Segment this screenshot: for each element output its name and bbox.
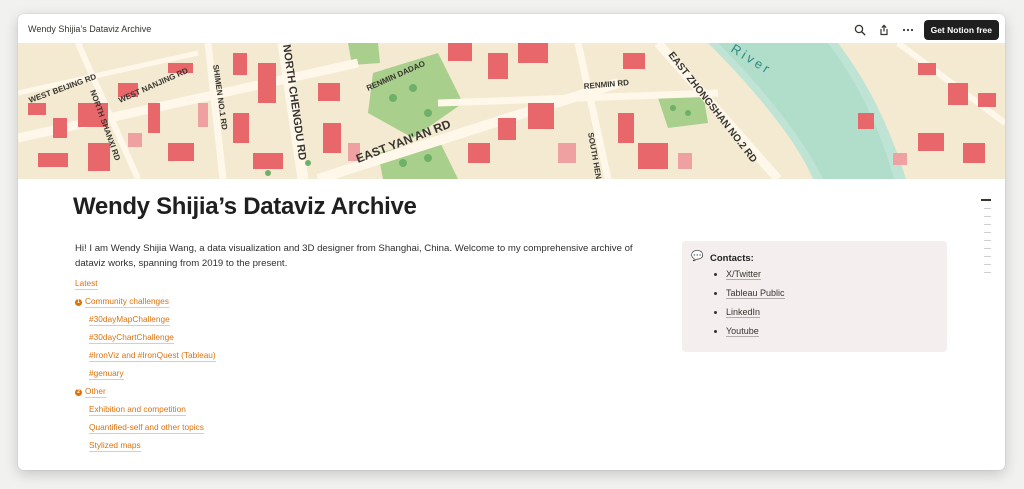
page-content: Wendy Shijia’s Dataviz Archive Hi! I am … (18, 179, 1005, 470)
list-item: Tableau Public (726, 288, 785, 299)
table-of-contents-minimap[interactable] (981, 199, 991, 280)
speech-bubble-icon: 💬 (691, 251, 704, 262)
intro-paragraph: Hi! I am Wendy Shijia Wang, a data visua… (75, 243, 633, 269)
link-quantified-self[interactable]: Quantified-self and other topics (89, 422, 204, 434)
link-exhibition-and-competition[interactable]: Exhibition and competition (89, 404, 186, 416)
link-other[interactable]: Other (85, 386, 106, 398)
contact-link-tableau-public[interactable]: Tableau Public (726, 288, 785, 299)
contact-link-youtube[interactable]: Youtube (726, 326, 759, 337)
search-icon[interactable] (852, 22, 868, 38)
link-stylized-maps[interactable]: Stylized maps (89, 440, 141, 452)
list-item: LinkedIn (726, 307, 785, 318)
cover-image: WEST BEIJING RD NORTH SHANXI RD WEST NAN… (18, 43, 1005, 179)
link-latest[interactable]: Latest (75, 278, 98, 290)
link-30daychartchallenge[interactable]: #30dayChartChallenge (89, 332, 174, 344)
top-bar: Wendy Shijia’s Dataviz Archive Get Notio… (18, 14, 1005, 43)
toggle-badge-icon: 2 (75, 388, 82, 396)
more-icon[interactable] (900, 22, 916, 38)
list-item: X/Twitter (726, 269, 785, 280)
list-item: Youtube (726, 326, 785, 337)
callout-title: Contacts: (710, 253, 754, 264)
get-notion-free-button[interactable]: Get Notion free (923, 20, 999, 40)
page-title: Wendy Shijia’s Dataviz Archive (73, 193, 417, 220)
contact-link-x-twitter[interactable]: X/Twitter (726, 269, 762, 280)
link-30daymapchallenge[interactable]: #30dayMapChallenge (89, 314, 170, 326)
contacts-callout: 💬 Contacts: X/Twitter Tableau Public Lin… (682, 241, 947, 352)
browser-window: Wendy Shijia’s Dataviz Archive Get Notio… (18, 14, 1005, 470)
share-icon[interactable] (876, 22, 892, 38)
topbar-actions: Get Notion free (852, 20, 999, 40)
contacts-list: X/Twitter Tableau Public LinkedIn Youtub… (710, 269, 785, 345)
link-community-challenges[interactable]: Community challenges (85, 296, 169, 308)
toggle-badge-icon: 1 (75, 298, 82, 306)
contact-link-linkedin[interactable]: LinkedIn (726, 307, 761, 318)
breadcrumb-page-title[interactable]: Wendy Shijia’s Dataviz Archive (28, 24, 151, 34)
link-ironviz[interactable]: #IronViz and #IronQuest (Tableau) (89, 350, 216, 362)
link-genuary[interactable]: #genuary (89, 368, 124, 380)
